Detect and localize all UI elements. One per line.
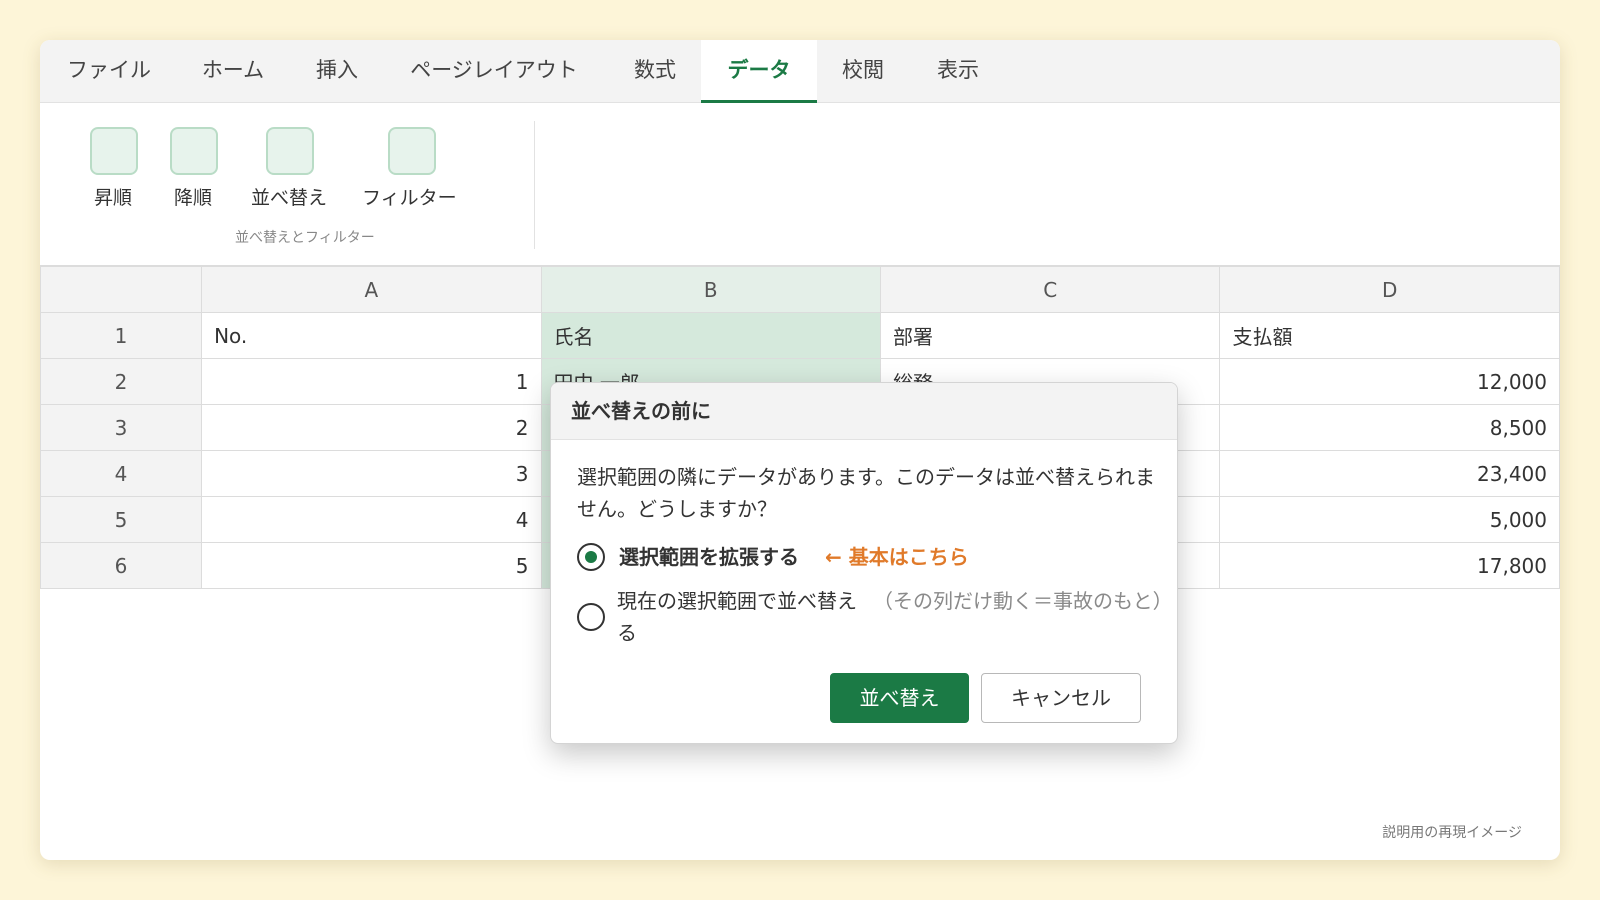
- current-selection-label[interactable]: 現在の選択範囲で並べ替える: [617, 585, 865, 649]
- ribbon-group-label: 並べ替えとフィルター: [235, 230, 375, 246]
- row-header[interactable]: 4: [40, 450, 203, 497]
- select-all-corner[interactable]: [40, 266, 203, 313]
- table-row: 1 No. 氏名 部署 支払額: [40, 312, 1560, 359]
- cell[interactable]: 2: [201, 404, 542, 451]
- cell[interactable]: 12,000: [1219, 358, 1560, 405]
- sort-warning-dialog: 並べ替えの前に 選択範囲の隣にデータがあります。このデータは並べ替えられません。…: [550, 382, 1178, 744]
- illustration-caption: 説明用の再現イメージ: [1382, 825, 1522, 841]
- column-header-b[interactable]: B: [540, 266, 882, 313]
- sort-ascending-label: 昇順: [94, 187, 133, 209]
- current-selection-note: （その列だけ動く＝事故のもと）: [873, 589, 1173, 613]
- row-header[interactable]: 1: [40, 312, 203, 359]
- expand-selection-radio[interactable]: [577, 543, 605, 571]
- cancel-button[interactable]: キャンセル: [981, 673, 1141, 723]
- tab-home[interactable]: ホーム: [186, 40, 280, 103]
- cell[interactable]: No.: [201, 312, 542, 359]
- sort-icon: [266, 127, 314, 175]
- tab-review[interactable]: 校閲: [828, 40, 898, 103]
- cell[interactable]: 3: [201, 450, 542, 497]
- filter-label: フィルター: [362, 187, 457, 209]
- column-header-d[interactable]: D: [1219, 266, 1560, 313]
- tab-page-layout[interactable]: ページレイアウト: [396, 40, 592, 103]
- tab-formulas[interactable]: 数式: [618, 40, 692, 103]
- cell[interactable]: 支払額: [1219, 312, 1560, 359]
- sort-confirm-button[interactable]: 並べ替え: [830, 673, 969, 723]
- expand-selection-label[interactable]: 選択範囲を拡張する: [619, 541, 799, 573]
- sort-descending-icon: [170, 127, 218, 175]
- cell[interactable]: 8,500: [1219, 404, 1560, 451]
- cell[interactable]: 部署: [879, 312, 1221, 359]
- expand-selection-note: ← 基本はこちら: [825, 545, 969, 569]
- sort-ascending-icon: [90, 127, 138, 175]
- cell[interactable]: 5,000: [1219, 496, 1560, 543]
- ribbon-panel: 昇順 降順 並べ替え フィルター 並べ替えとフィルター: [40, 103, 1560, 266]
- cell[interactable]: 4: [201, 496, 542, 543]
- tab-data[interactable]: データ: [701, 40, 817, 103]
- row-header[interactable]: 6: [40, 542, 203, 589]
- filter-icon: [388, 127, 436, 175]
- column-header-a[interactable]: A: [201, 266, 542, 313]
- tab-file[interactable]: ファイル: [54, 40, 164, 103]
- tab-insert[interactable]: 挿入: [302, 40, 372, 103]
- cell[interactable]: 5: [201, 542, 542, 589]
- dialog-message: 選択範囲の隣にデータがあります。このデータは並べ替えられません。どうしますか？: [577, 465, 1155, 521]
- row-header[interactable]: 5: [40, 496, 203, 543]
- tab-view[interactable]: 表示: [922, 40, 994, 103]
- cell[interactable]: 氏名: [540, 312, 882, 359]
- sort-label: 並べ替え: [251, 187, 328, 209]
- ribbon-tab-bar: ファイル ホーム 挿入 ページレイアウト 数式 データ 校閲 表示: [40, 40, 1560, 103]
- ribbon-group-divider: [534, 121, 535, 249]
- column-header-c[interactable]: C: [879, 266, 1221, 313]
- current-selection-radio[interactable]: [577, 603, 605, 631]
- dialog-title: 並べ替えの前に: [551, 383, 1177, 440]
- cell[interactable]: 1: [201, 358, 542, 405]
- cell[interactable]: 17,800: [1219, 542, 1560, 589]
- row-header[interactable]: 3: [40, 404, 203, 451]
- sort-descending-label: 降順: [174, 187, 213, 209]
- row-header[interactable]: 2: [40, 358, 203, 405]
- cell[interactable]: 23,400: [1219, 450, 1560, 497]
